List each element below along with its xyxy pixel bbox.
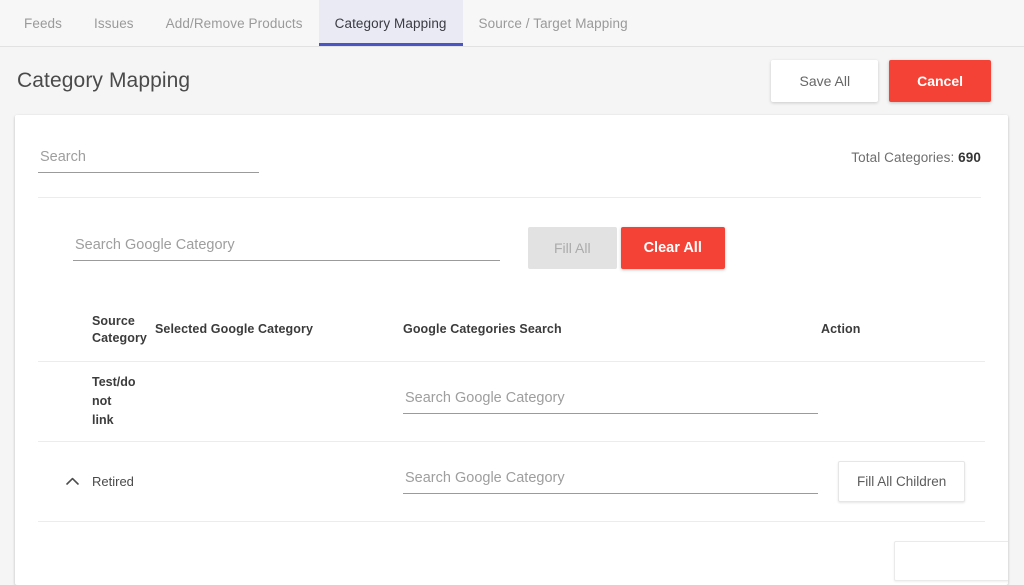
google-category-search-input[interactable] xyxy=(73,237,500,261)
category-mapping-card: Total Categories: 690 Fill All Clear All… xyxy=(15,115,1008,585)
search-field xyxy=(38,148,259,173)
column-header-source-category: Source Category xyxy=(38,313,155,347)
save-all-button[interactable]: Save All xyxy=(771,60,878,102)
bulk-action-row: Fill All Clear All xyxy=(15,198,1008,269)
page-title: Category Mapping xyxy=(17,69,190,93)
total-categories: Total Categories: 690 xyxy=(851,148,981,165)
header-actions: Save All Cancel xyxy=(771,60,991,102)
table-row: Retired Fill All Children xyxy=(38,442,985,522)
tab-issues[interactable]: Issues xyxy=(78,0,150,46)
tab-label: Category Mapping xyxy=(335,16,447,31)
fill-all-children-button-partial[interactable] xyxy=(894,541,1008,581)
source-category-line1: Retired xyxy=(92,472,134,492)
column-header-action: Action xyxy=(821,321,985,338)
search-input[interactable] xyxy=(38,149,259,173)
column-header-line2: Category xyxy=(92,331,147,345)
total-categories-count: 690 xyxy=(958,150,981,165)
total-categories-label: Total Categories: xyxy=(851,150,954,165)
column-header-selected-google-category: Selected Google Category xyxy=(155,321,403,338)
tab-category-mapping[interactable]: Category Mapping xyxy=(319,0,463,46)
tab-source-target-mapping[interactable]: Source / Target Mapping xyxy=(463,0,644,46)
tab-add-remove-products[interactable]: Add/Remove Products xyxy=(150,0,319,46)
tab-label: Add/Remove Products xyxy=(166,16,303,31)
tab-label: Source / Target Mapping xyxy=(479,16,628,31)
table-row-partial xyxy=(38,522,985,558)
fill-all-button[interactable]: Fill All xyxy=(528,227,617,269)
category-mapping-table: Source Category Selected Google Category… xyxy=(15,313,1008,558)
cell-google-categories-search xyxy=(403,469,821,494)
tab-label: Issues xyxy=(94,16,134,31)
cell-source-category: Retired xyxy=(38,472,155,492)
cell-source-category: Test/do not link xyxy=(38,373,155,429)
tab-label: Feeds xyxy=(24,16,62,31)
row-google-category-search-input[interactable] xyxy=(403,470,818,494)
source-category-line1: Test/do not xyxy=(92,373,155,411)
bulk-buttons: Fill All Clear All xyxy=(528,227,725,269)
column-header-line1: Source xyxy=(92,314,135,328)
tab-bar: Feeds Issues Add/Remove Products Categor… xyxy=(0,0,1024,47)
table-header-row: Source Category Selected Google Category… xyxy=(38,313,985,362)
cancel-button[interactable]: Cancel xyxy=(889,60,991,102)
chevron-up-icon[interactable] xyxy=(65,474,79,488)
card-top-row: Total Categories: 690 xyxy=(15,115,1008,173)
page-header: Category Mapping Save All Cancel xyxy=(0,47,1024,115)
fill-all-children-button[interactable]: Fill All Children xyxy=(838,461,965,502)
row-google-category-search-input[interactable] xyxy=(403,390,818,414)
column-header-google-categories-search: Google Categories Search xyxy=(403,321,821,338)
table-row: Test/do not link xyxy=(38,362,985,442)
tab-feeds[interactable]: Feeds xyxy=(8,0,78,46)
google-category-search-field xyxy=(73,236,500,261)
cell-action: Fill All Children xyxy=(821,461,985,502)
cell-google-categories-search xyxy=(403,389,821,414)
clear-all-button[interactable]: Clear All xyxy=(621,227,725,269)
source-category-line2: link xyxy=(92,411,155,430)
